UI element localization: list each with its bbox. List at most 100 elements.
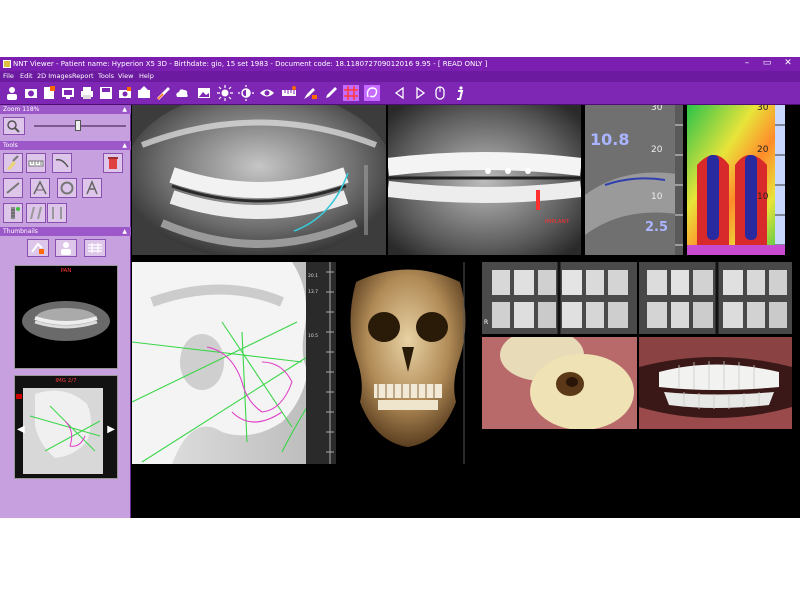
grid-view-button[interactable] <box>84 239 106 257</box>
curve-icon <box>55 158 69 168</box>
delete-tool[interactable] <box>103 153 123 173</box>
grid-icon[interactable] <box>343 85 359 101</box>
info-icon[interactable] <box>452 85 468 101</box>
menu-file[interactable]: File <box>3 71 14 82</box>
calipers-icon <box>30 206 42 220</box>
text-tool[interactable] <box>82 178 102 198</box>
thumbnail-pan[interactable]: PAN <box>14 265 118 369</box>
printer-icon[interactable] <box>79 85 95 101</box>
line-tool[interactable] <box>3 178 23 198</box>
lasso-icon[interactable] <box>364 85 380 101</box>
patient-icon[interactable] <box>4 85 20 101</box>
brush-tool[interactable] <box>3 153 23 173</box>
menu-help[interactable]: Help <box>139 71 154 82</box>
ceph-tick-2: 13.7 <box>308 290 319 295</box>
acquire-icon[interactable] <box>23 85 39 101</box>
sort-icon <box>31 242 44 254</box>
circle-tool[interactable] <box>57 178 77 198</box>
thumbnails-label: Thumbnails <box>3 228 38 235</box>
angle-tool[interactable] <box>30 178 50 198</box>
side-panel: Zoom 118% ▲ Tools ▲ Thumbnails ▲ PAN IMG… <box>0 105 131 518</box>
tools-section-header[interactable]: Tools ▲ <box>0 141 131 150</box>
cross-section-measure-big: 10.8 <box>590 130 630 149</box>
circle-icon <box>60 181 74 195</box>
collapse-arrow-icon[interactable]: ▲ <box>122 141 127 150</box>
heat-scale-20: 20 <box>757 145 769 155</box>
thumbnail-next-arrow-icon[interactable]: ▶ <box>107 424 115 435</box>
new-image-icon[interactable] <box>41 85 57 101</box>
thumbnails-section-header[interactable]: Thumbnails ▲ <box>0 227 131 236</box>
cross-scale-10: 10 <box>651 192 663 202</box>
tools-label: Tools <box>3 142 18 149</box>
thumbnail-caption: IMG 2/7 <box>55 378 77 384</box>
density-heatmap-view[interactable]: 30 20 10 <box>687 105 785 255</box>
cloud-icon[interactable] <box>174 85 190 101</box>
annotate-icon[interactable] <box>302 85 318 101</box>
curve-tool[interactable] <box>52 153 72 173</box>
cephalometric-thumbnail-image <box>16 388 103 474</box>
viewer-window: NNT Viewer - Patient name: Hyperion X5 3… <box>0 57 800 518</box>
menu-report[interactable]: Report <box>72 71 94 82</box>
window-title: NNT Viewer - Patient name: Hyperion X5 3… <box>13 60 488 68</box>
measure-tool[interactable] <box>26 153 46 173</box>
collapse-arrow-icon[interactable]: ▲ <box>122 227 127 236</box>
collapse-arrow-icon[interactable]: ▲ <box>122 105 127 114</box>
menu-bar: File Edit 2D Images Report Tools View He… <box>0 71 800 82</box>
bitewing-xray-left[interactable]: R <box>482 262 637 334</box>
image-icon[interactable] <box>196 85 212 101</box>
menu-2d-images[interactable]: 2D Images <box>37 71 72 82</box>
grid-icon <box>88 243 102 253</box>
zoom-section-header[interactable]: Zoom 118% ▲ <box>0 105 131 114</box>
save-icon[interactable] <box>98 85 114 101</box>
close-button[interactable]: ✕ <box>781 57 795 71</box>
bitewing-side-marker: R <box>484 319 489 326</box>
intraoral-photo-caries[interactable] <box>482 337 637 429</box>
mouse-icon[interactable] <box>432 85 448 101</box>
cross-scale-30: 30 <box>651 105 663 113</box>
panoramic-thumbnail-image <box>22 301 110 341</box>
menu-edit[interactable]: Edit <box>20 71 33 82</box>
text-icon <box>86 180 98 195</box>
next-icon[interactable] <box>412 85 428 101</box>
thumbnail-caption: PAN <box>60 268 72 274</box>
cephalometric-xray[interactable] <box>132 262 332 464</box>
minimize-button[interactable]: – <box>740 57 754 71</box>
bitewing-xray-right[interactable] <box>639 262 792 334</box>
export-icon[interactable] <box>136 85 152 101</box>
ruler-pair-tool[interactable] <box>26 203 46 223</box>
implant-panoramic-xray[interactable]: IMPLANT <box>388 105 581 255</box>
eye-icon[interactable] <box>259 85 275 101</box>
maximize-button[interactable]: ▭ <box>760 57 774 71</box>
patient-thumbnails-button[interactable] <box>55 239 77 257</box>
pen-icon[interactable] <box>323 85 339 101</box>
menu-view[interactable]: View <box>118 71 133 82</box>
prev-icon[interactable] <box>392 85 408 101</box>
thumbnail-cephalometric[interactable]: IMG 2/7 ◀ ▶ <box>14 375 118 479</box>
panoramic-image <box>132 105 386 255</box>
sort-thumbnails-button[interactable] <box>27 239 49 257</box>
camera-icon[interactable] <box>117 85 133 101</box>
bitewing-image-right <box>639 262 792 334</box>
angle-icon <box>33 180 47 195</box>
intraoral-photo-smile[interactable] <box>639 337 792 429</box>
ruler-icon[interactable] <box>155 85 171 101</box>
skull-3d-render[interactable] <box>336 262 480 464</box>
implant-tool[interactable] <box>3 203 23 223</box>
zoom-tool-button[interactable] <box>3 117 25 135</box>
tv-icon[interactable] <box>60 85 76 101</box>
contrast-icon[interactable] <box>238 85 254 101</box>
cross-section-xray[interactable]: 10.8 2.5 30 20 10 <box>585 105 683 255</box>
panoramic-xray[interactable] <box>132 105 386 255</box>
measure-icon[interactable] <box>281 85 297 101</box>
smile-photo-image <box>639 337 792 429</box>
zoom-label: Zoom 118% <box>3 106 40 113</box>
zoom-slider-handle[interactable] <box>75 120 82 131</box>
brightness-icon[interactable] <box>217 85 233 101</box>
thumbnail-prev-arrow-icon[interactable]: ◀ <box>17 424 25 435</box>
title-bar: NNT Viewer - Patient name: Hyperion X5 3… <box>0 57 800 71</box>
caries-photo-image <box>482 337 637 429</box>
menu-tools[interactable]: Tools <box>98 71 114 82</box>
toolbar <box>0 82 800 105</box>
trash-icon <box>108 157 118 169</box>
distance-tool[interactable] <box>47 203 67 223</box>
